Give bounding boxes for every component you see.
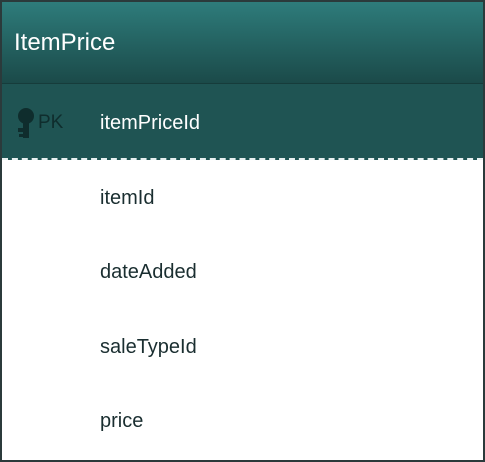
- entity-title: ItemPrice: [14, 29, 116, 56]
- field-price[interactable]: price: [100, 409, 143, 433]
- pk-badge: PK: [38, 112, 64, 133]
- entity-header: ItemPrice: [2, 2, 483, 84]
- field-dateadded[interactable]: dateAdded: [100, 260, 197, 284]
- field-itempriceid[interactable]: itemPriceId: [100, 111, 200, 135]
- field-itemid[interactable]: itemId: [100, 186, 154, 210]
- field-saletypeid[interactable]: saleTypeId: [100, 335, 197, 359]
- primary-key-row[interactable]: PK itemPriceId: [2, 84, 483, 160]
- entity-itemprice[interactable]: ItemPrice PK itemPriceId itemId dateAdde…: [0, 0, 485, 462]
